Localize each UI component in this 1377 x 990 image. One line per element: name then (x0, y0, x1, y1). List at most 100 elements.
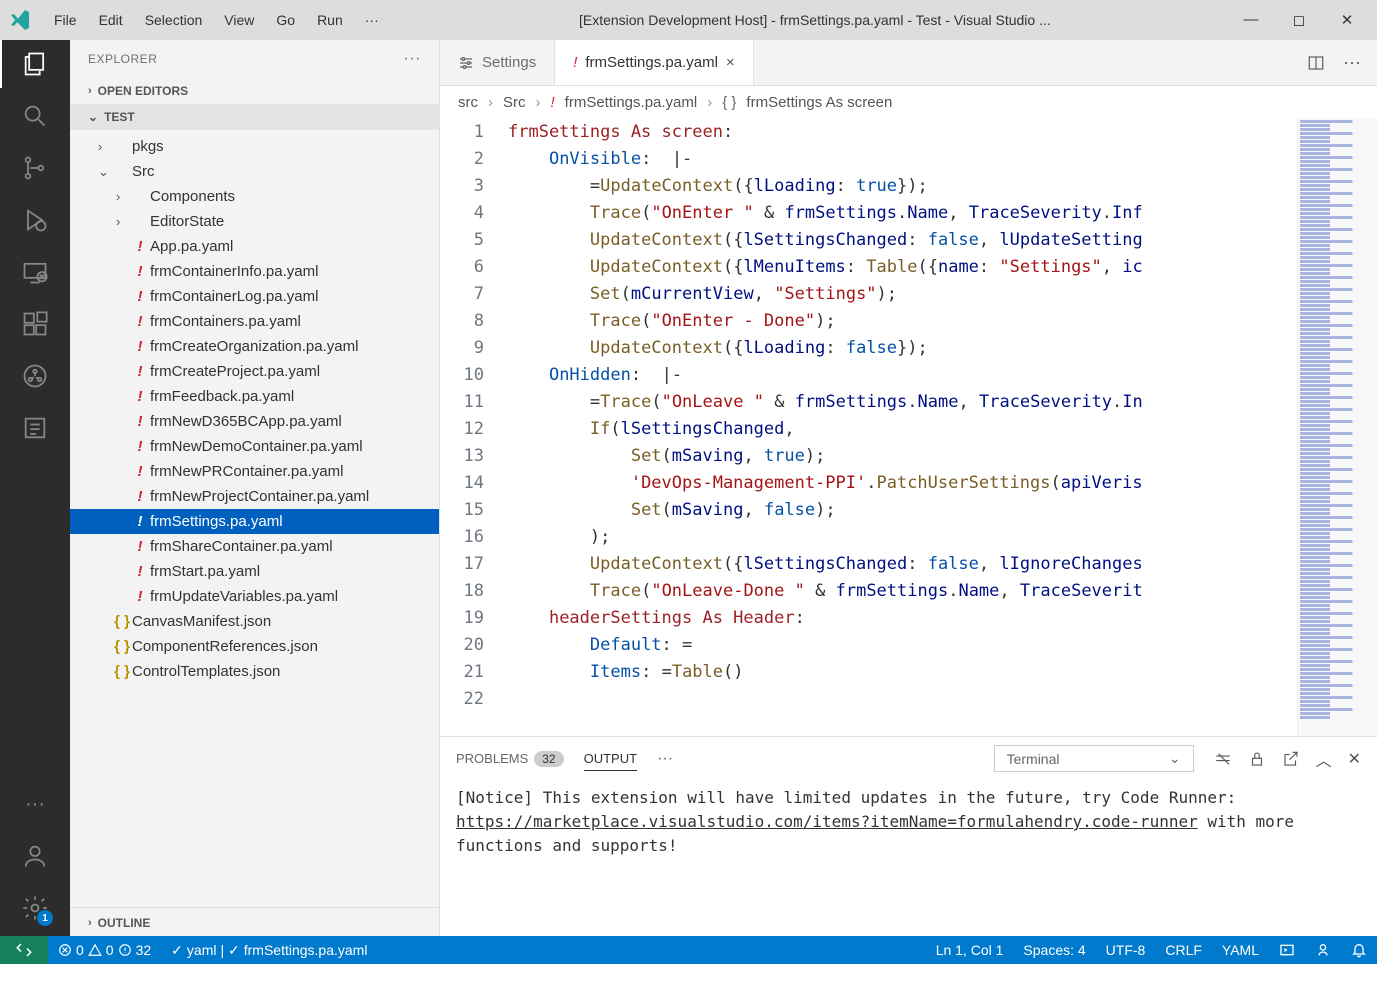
tree-file[interactable]: !frmNewD365BCApp.pa.yaml (70, 409, 439, 434)
lock-scroll-icon[interactable] (1248, 750, 1266, 768)
statusbar: 0 0 32 ✓ yaml | ✓ frmSettings.pa.yaml Ln… (0, 936, 1377, 964)
outline-section[interactable]: ›OUTLINE (70, 907, 439, 936)
todo-icon[interactable] (19, 412, 51, 444)
yaml-file-icon: ! (130, 538, 150, 555)
menu-file[interactable]: File (44, 8, 87, 32)
yaml-file-icon: ! (130, 463, 150, 480)
menu-go[interactable]: Go (266, 8, 305, 32)
tree-file[interactable]: { }CanvasManifest.json (70, 609, 439, 634)
run-debug-icon[interactable] (19, 204, 51, 236)
yaml-file-icon: ! (130, 263, 150, 280)
yaml-file-icon: ! (130, 338, 150, 355)
tree-file[interactable]: !frmSettings.pa.yaml (70, 509, 439, 534)
tree-folder[interactable]: ›pkgs (70, 134, 439, 159)
clear-output-icon[interactable] (1214, 750, 1232, 768)
tree-item-label: frmUpdateVariables.pa.yaml (150, 588, 338, 605)
settings-gear-icon[interactable]: 1 (19, 892, 51, 924)
tab-close-icon[interactable]: × (726, 54, 735, 71)
marketplace-link[interactable]: https://marketplace.visualstudio.com/ite… (456, 812, 1198, 831)
editor-area: Settings ! frmSettings.pa.yaml × ··· src… (440, 40, 1377, 936)
yaml-file-icon: ! (130, 313, 150, 330)
more-icon[interactable]: ··· (19, 788, 51, 820)
tree-file[interactable]: !frmContainerInfo.pa.yaml (70, 259, 439, 284)
tabs-more-icon[interactable]: ··· (1343, 52, 1361, 73)
remote-indicator[interactable] (0, 936, 48, 964)
output-body[interactable]: [Notice] This extension will have limite… (440, 780, 1377, 936)
tree-file[interactable]: !frmNewPRContainer.pa.yaml (70, 459, 439, 484)
tree-file[interactable]: !frmFeedback.pa.yaml (70, 384, 439, 409)
tree-file[interactable]: !frmContainers.pa.yaml (70, 309, 439, 334)
minimap[interactable] (1297, 119, 1377, 736)
tree-folder[interactable]: ›EditorState (70, 209, 439, 234)
minimize-icon[interactable]: — (1241, 11, 1261, 29)
status-feedback-icon[interactable] (1305, 942, 1341, 958)
status-bell-icon[interactable] (1341, 942, 1377, 958)
tree-file[interactable]: !frmContainerLog.pa.yaml (70, 284, 439, 309)
json-file-icon: { } (112, 663, 132, 680)
panel-close-icon[interactable]: ✕ (1348, 749, 1361, 769)
accounts-icon[interactable] (19, 840, 51, 872)
status-lang[interactable]: YAML (1212, 942, 1269, 958)
chevron-icon: › (116, 189, 130, 204)
tree-folder[interactable]: ›Components (70, 184, 439, 209)
tab-frmsettings[interactable]: ! frmSettings.pa.yaml × (555, 40, 753, 85)
menu-overflow[interactable]: ··· (355, 8, 389, 32)
tree-file[interactable]: !frmCreateOrganization.pa.yaml (70, 334, 439, 359)
test-section[interactable]: ⌄TEST (70, 104, 439, 130)
status-cursor[interactable]: Ln 1, Col 1 (926, 942, 1014, 958)
menu-selection[interactable]: Selection (135, 8, 213, 32)
tree-item-label: frmContainerInfo.pa.yaml (150, 263, 318, 280)
tree-file[interactable]: !frmNewProjectContainer.pa.yaml (70, 484, 439, 509)
yaml-file-icon: ! (130, 488, 150, 505)
split-editor-icon[interactable] (1307, 54, 1325, 72)
yaml-file-icon: ! (130, 438, 150, 455)
code-editor[interactable]: 12345678910111213141516171819202122 frmS… (440, 119, 1377, 736)
open-log-icon[interactable] (1282, 750, 1300, 768)
tree-file[interactable]: !App.pa.yaml (70, 234, 439, 259)
source-control-icon[interactable] (19, 152, 51, 184)
status-errors[interactable]: 0 0 32 (48, 942, 161, 958)
tree-item-label: ComponentReferences.json (132, 638, 318, 655)
tree-file[interactable]: { }ControlTemplates.json (70, 659, 439, 684)
tree-folder[interactable]: ⌄Src (70, 159, 439, 184)
tree-item-label: CanvasManifest.json (132, 613, 271, 630)
search-icon[interactable] (19, 100, 51, 132)
tree-file[interactable]: !frmNewDemoContainer.pa.yaml (70, 434, 439, 459)
panel-tab-problems[interactable]: PROBLEMS 32 (456, 747, 564, 771)
breadcrumb[interactable]: src› Src› ! frmSettings.pa.yaml› { } frm… (440, 86, 1377, 119)
status-eol[interactable]: CRLF (1155, 942, 1212, 958)
git-graph-icon[interactable] (19, 360, 51, 392)
chevron-icon: › (116, 214, 130, 229)
sidebar: EXPLORER ··· ›OPEN EDITORS ⌄TEST ›pkgs⌄S… (70, 40, 440, 936)
tree-file[interactable]: !frmUpdateVariables.pa.yaml (70, 584, 439, 609)
panel-maximize-icon[interactable]: ︿ (1316, 747, 1332, 771)
tab-settings[interactable]: Settings (440, 40, 555, 85)
status-lang-check[interactable]: ✓ yaml | ✓ frmSettings.pa.yaml (161, 942, 377, 959)
explorer-icon[interactable] (19, 48, 51, 80)
menu-view[interactable]: View (214, 8, 264, 32)
status-run-icon[interactable] (1269, 942, 1305, 958)
tree-file[interactable]: !frmShareContainer.pa.yaml (70, 534, 439, 559)
vscode-logo-icon (8, 8, 32, 32)
panel-tab-output[interactable]: OUTPUT (584, 747, 637, 771)
output-channel-select[interactable]: Terminal⌄ (994, 745, 1194, 772)
titlebar: File Edit Selection View Go Run ··· [Ext… (0, 0, 1377, 40)
tree-file[interactable]: !frmStart.pa.yaml (70, 559, 439, 584)
panel-more-icon[interactable]: ··· (657, 750, 673, 768)
status-encoding[interactable]: UTF-8 (1096, 942, 1156, 958)
maximize-icon[interactable]: ◻ (1289, 11, 1309, 29)
extensions-icon[interactable] (19, 308, 51, 340)
panel: PROBLEMS 32 OUTPUT ··· Terminal⌄ ︿ ✕ (440, 736, 1377, 936)
status-spaces[interactable]: Spaces: 4 (1013, 942, 1095, 958)
tree-file[interactable]: !frmCreateProject.pa.yaml (70, 359, 439, 384)
open-editors-section[interactable]: ›OPEN EDITORS (70, 78, 439, 104)
close-icon[interactable]: ✕ (1337, 11, 1357, 29)
tree-item-label: pkgs (132, 138, 164, 155)
sidebar-more-icon[interactable]: ··· (404, 50, 421, 68)
json-file-icon: { } (112, 613, 132, 630)
remote-explorer-icon[interactable] (19, 256, 51, 288)
menu-edit[interactable]: Edit (89, 8, 133, 32)
menu-run[interactable]: Run (307, 8, 353, 32)
yaml-file-icon: ! (130, 238, 150, 255)
tree-file[interactable]: { }ComponentReferences.json (70, 634, 439, 659)
